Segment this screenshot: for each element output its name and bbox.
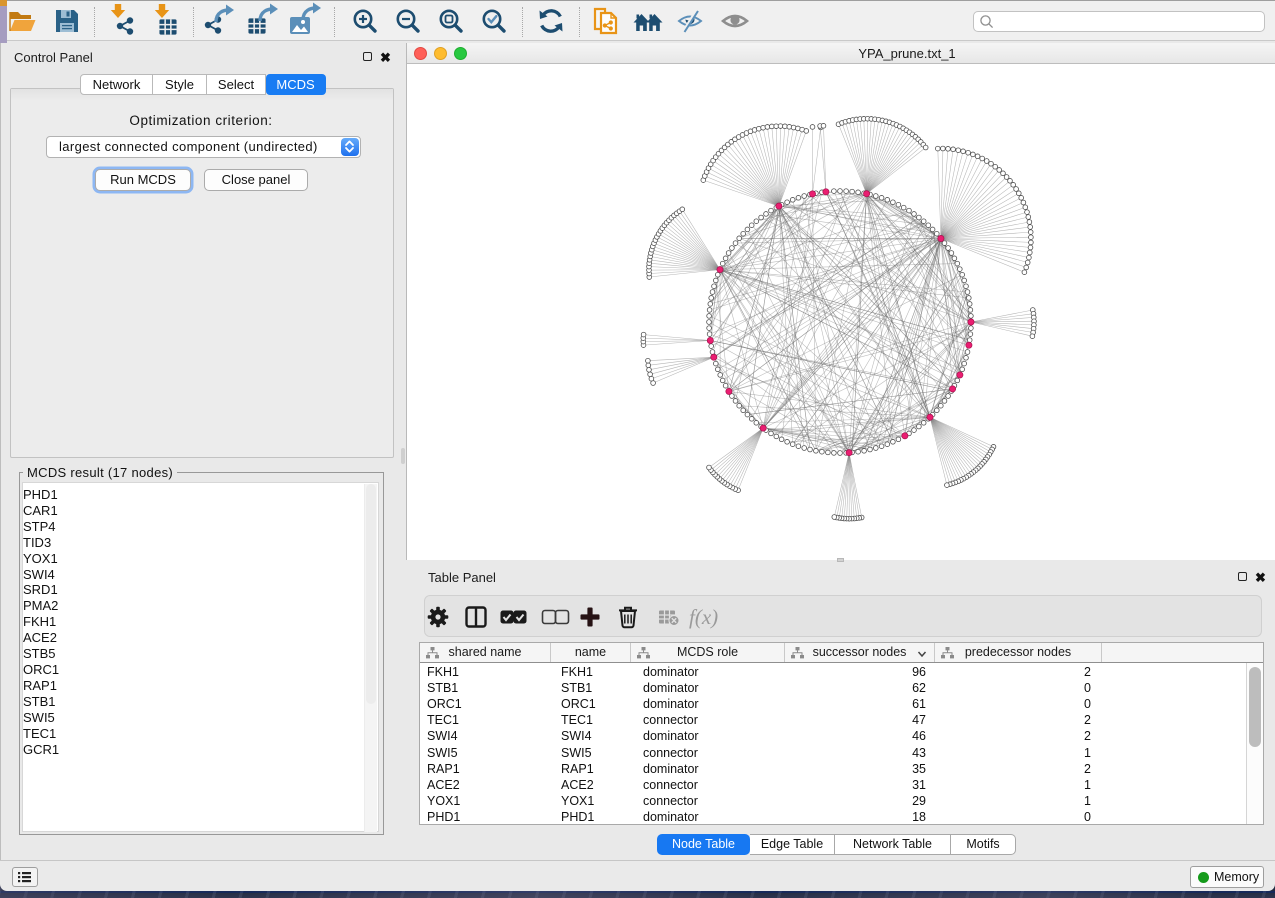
svg-text:f(x): f(x) [689, 605, 718, 629]
